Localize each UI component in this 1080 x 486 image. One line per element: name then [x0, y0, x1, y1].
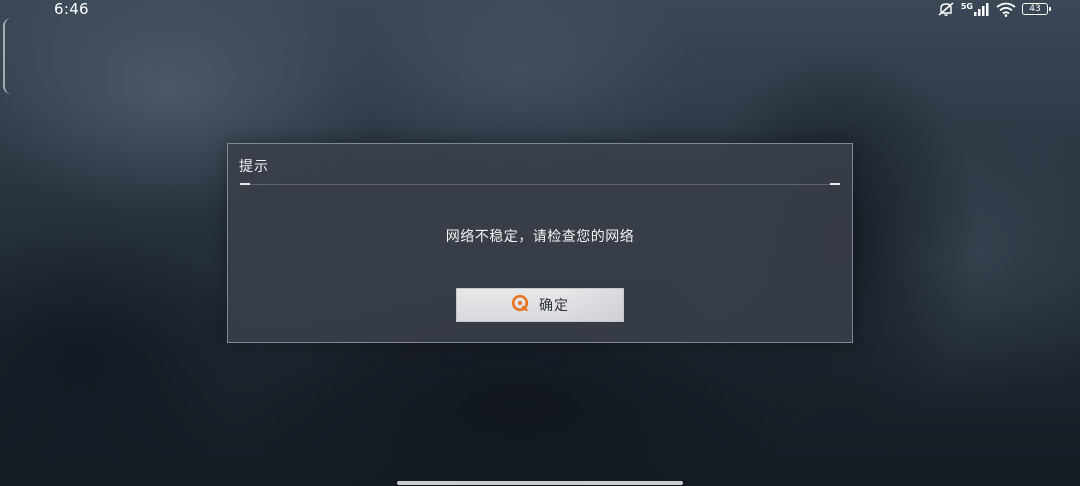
confirm-button-label: 确定: [539, 298, 569, 314]
status-icons: 5G 43: [937, 0, 1051, 18]
mute-icon: [937, 1, 955, 17]
network-type-label: 5G: [960, 2, 973, 11]
divider-right-cap: [830, 183, 840, 185]
title-divider: [240, 184, 840, 185]
status-time: 6:46: [54, 0, 89, 18]
wifi-icon: [996, 2, 1016, 17]
battery-icon: 43: [1022, 3, 1051, 15]
home-indicator[interactable]: [397, 481, 683, 485]
side-gesture-handle[interactable]: [3, 18, 11, 94]
dialog-title: 提示: [239, 159, 269, 175]
circle-button-icon: [511, 294, 529, 316]
signal-icon: 5G: [961, 2, 990, 16]
divider-left-cap: [240, 183, 250, 185]
status-bar: 6:46 5G 43: [0, 0, 1080, 18]
network-warning-dialog: 提示 网络不稳定，请检查您的网络 确定: [227, 143, 853, 343]
confirm-button[interactable]: 确定: [456, 288, 624, 322]
dialog-message: 网络不稳定，请检查您的网络: [445, 229, 635, 245]
